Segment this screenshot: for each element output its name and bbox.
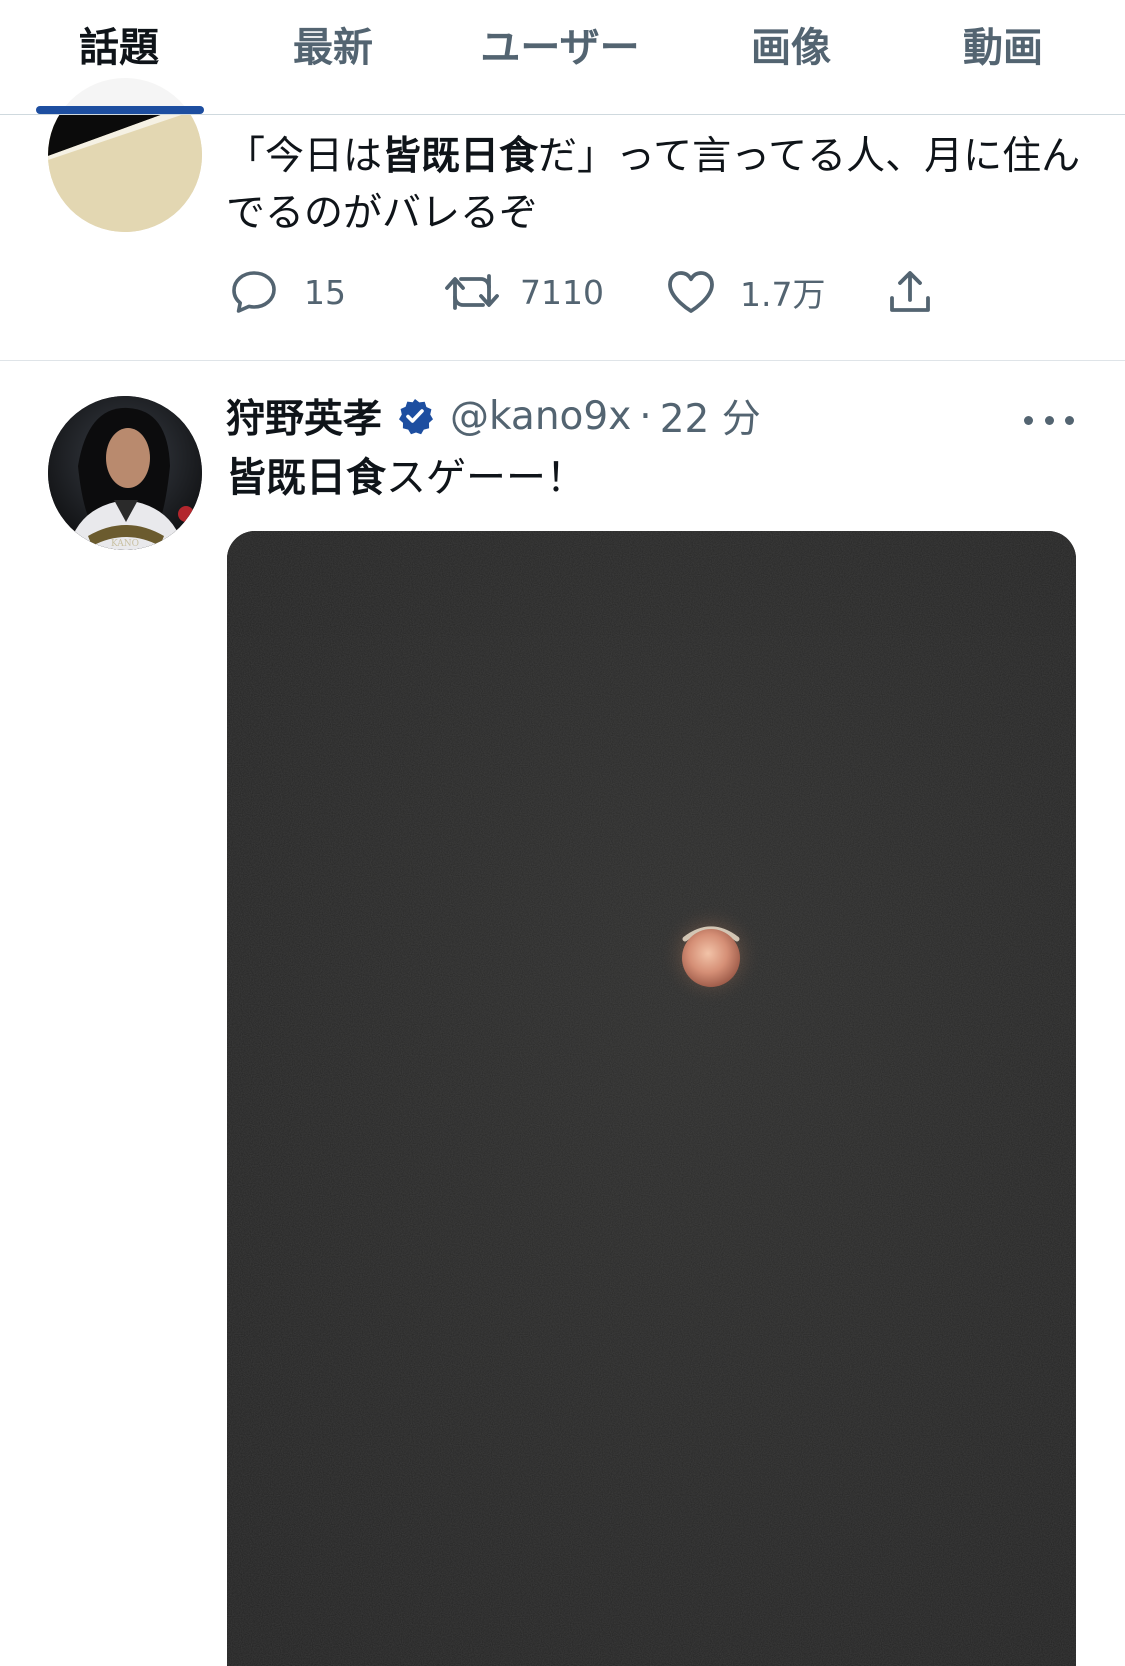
tweet2-media-image[interactable] [227,531,1076,1666]
reply-icon [232,271,276,313]
header-separator: · [639,393,652,439]
share-button[interactable] [886,262,934,322]
tweet2-handle[interactable]: @kano9x [450,394,631,439]
verified-badge-icon [396,397,434,435]
tweet2-timestamp[interactable]: 22 分 [660,388,761,444]
avatar-caption-text: KANO [111,539,139,549]
tab-trending[interactable]: 話題 [14,0,224,114]
tab-users-label: ユーザー [480,25,640,71]
reply-count: 15 [304,272,346,312]
like-button[interactable]: 1.7万 [666,262,825,322]
search-tab-bar: 話題 最新 ユーザー 画像 動画 [0,0,1125,115]
more-options-icon[interactable] [1024,400,1074,440]
like-count: 1.7万 [740,275,826,314]
tab-images-label: 画像 [751,25,831,71]
active-tab-indicator [36,106,204,114]
tab-videos[interactable]: 動画 [898,0,1108,114]
tweet1-text: 「今日は皆既日食だ」って言ってる人、月に住んでるのがバレるぞ [226,134,1081,236]
retweet-button[interactable]: 7110 [444,262,604,322]
tab-videos-label: 動画 [963,25,1043,71]
retweet-icon [445,274,499,310]
tab-latest[interactable]: 最新 [228,0,438,114]
tweet2-avatar[interactable]: KANO [48,396,202,550]
retweet-count: 7110 [520,272,604,312]
tab-users[interactable]: ユーザー [455,0,665,114]
reply-button[interactable]: 15 [230,262,346,322]
tweet-divider [0,360,1125,361]
tweet1-action-bar: 15 7110 1.7万 [226,262,946,322]
tweet2-text-highlight: 皆既日食 [226,455,386,501]
share-icon [890,271,930,312]
tab-images[interactable]: 画像 [686,0,896,114]
heart-icon [668,271,714,313]
tweet1-text-highlight: 皆既日食 [382,134,539,179]
tweet2-header: 狩野英孝 @kano9x · 22 分 [226,388,761,444]
tweet2-text: 皆既日食スゲーー！ [226,455,586,501]
tab-trending-label: 話題 [79,25,159,71]
eclipsed-moon [682,929,740,987]
tweet2-display-name[interactable]: 狩野英孝 [226,388,382,444]
tab-latest-label: 最新 [293,25,373,71]
